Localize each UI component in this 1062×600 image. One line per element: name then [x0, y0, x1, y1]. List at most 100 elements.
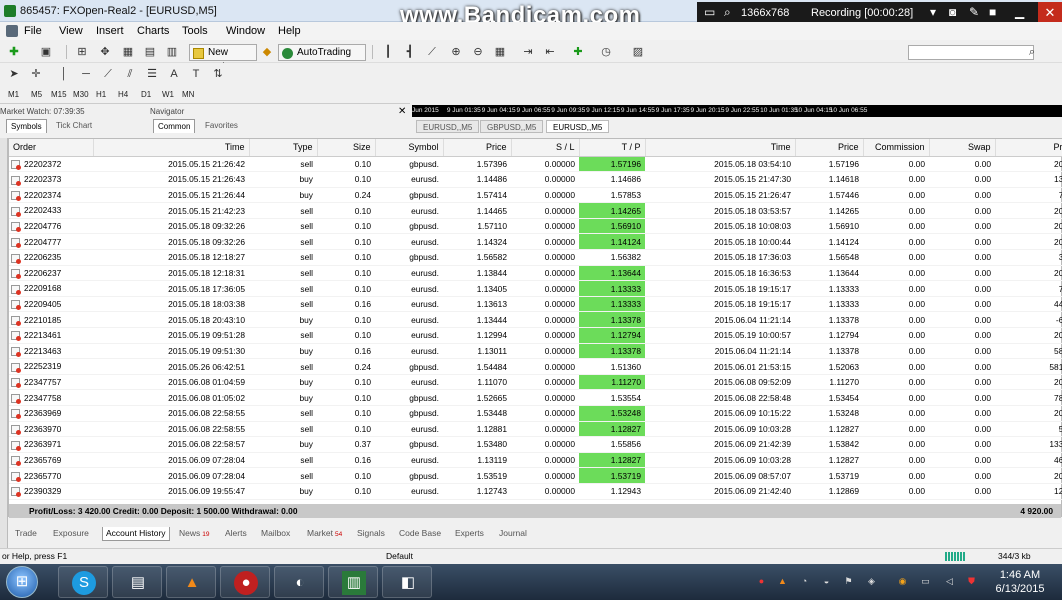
column-header[interactable]: Price	[795, 139, 864, 157]
tray-icon[interactable]: ◈	[866, 576, 877, 587]
table-row[interactable]: 22213461 2015.05.19 09:51:28 sell 0.10 eurus…	[9, 327, 1062, 344]
tab-account-history[interactable]: Account History	[102, 527, 170, 541]
column-header[interactable]: Swap	[929, 139, 996, 157]
timeframe-h1[interactable]: H1	[96, 90, 106, 99]
taskbar-skype[interactable]: S	[58, 566, 108, 598]
arrows-icon[interactable]: ⇅	[210, 66, 226, 82]
taskbar-vlc[interactable]: ▲	[166, 566, 216, 598]
timeframe-m30[interactable]: M30	[73, 90, 89, 99]
text-label-icon[interactable]: T	[188, 66, 204, 82]
monitor-icon[interactable]: ▭	[920, 576, 931, 587]
column-header[interactable]: T / P	[579, 139, 646, 157]
periods-icon[interactable]: ◷	[598, 44, 614, 60]
cursor-icon[interactable]: ➤	[6, 66, 22, 82]
table-row[interactable]: 22252319 2015.05.26 06:42:51 sell 0.24 gbpus…	[9, 358, 1062, 375]
tile-windows-icon[interactable]: ▦	[492, 44, 508, 60]
timeframe-w1[interactable]: W1	[162, 90, 174, 99]
text-icon[interactable]: A	[166, 66, 182, 82]
navigator-icon[interactable]: ✥	[97, 44, 113, 60]
column-header[interactable]: Price	[443, 139, 512, 157]
timeframe-d1[interactable]: D1	[141, 90, 151, 99]
market-watch-icon[interactable]: ⊞	[74, 44, 90, 60]
menu-help[interactable]: Help	[278, 25, 301, 37]
tab-experts[interactable]: Experts	[452, 527, 487, 541]
tab-exposure[interactable]: Exposure	[50, 527, 92, 541]
window-icon[interactable]: ▭	[704, 6, 715, 19]
taskbar-app[interactable]: ◧	[382, 566, 432, 598]
indicators-icon[interactable]: ✚	[570, 44, 586, 60]
security-icon[interactable]: ⛊	[966, 576, 977, 587]
table-row[interactable]: 22363971 2015.06.08 22:58:57 buy 0.37 gbpusd…	[9, 436, 1062, 453]
tab-code-base[interactable]: Code Base	[396, 527, 444, 541]
table-row[interactable]: 22204776 2015.05.18 09:32:26 sell 0.10 gbpus…	[9, 218, 1062, 235]
taskbar-explorer[interactable]: ▤	[112, 566, 162, 598]
search-icon[interactable]: ⌕	[724, 6, 731, 19]
search-icon[interactable]: ⌕	[1024, 44, 1040, 60]
crosshair-icon[interactable]: ✛	[28, 66, 44, 82]
close-icon[interactable]: ✕	[398, 106, 406, 117]
vertical-line-icon[interactable]: │	[56, 66, 72, 82]
tab-favorites[interactable]: Favorites	[201, 119, 242, 133]
tray-icon[interactable]: ◒	[821, 576, 832, 587]
column-header[interactable]: Time	[93, 139, 250, 157]
table-row[interactable]: 22202373 2015.05.15 21:26:43 buy 0.10 eurusd…	[9, 171, 1062, 188]
table-row[interactable]: 22210185 2015.05.18 20:43:10 buy 0.10 eurusd…	[9, 311, 1062, 329]
tab-symbols[interactable]: Symbols	[6, 119, 47, 133]
new-order-button[interactable]: New Order	[189, 44, 257, 73]
tab-common[interactable]: Common	[153, 119, 196, 133]
table-row[interactable]: 22365770 2015.06.09 07:28:04 sell 0.10 gbpus…	[9, 467, 1062, 484]
volume-icon[interactable]: ◁	[944, 576, 955, 587]
column-header[interactable]: Order	[9, 139, 94, 157]
network-icon[interactable]: ◔	[799, 576, 810, 587]
timeframe-m5[interactable]: M5	[31, 90, 42, 99]
flag-icon[interactable]: ⚑	[843, 576, 854, 587]
templates-icon[interactable]: ▨	[630, 44, 646, 60]
table-row[interactable]: 22202374 2015.05.15 21:26:44 buy 0.24 gbpusd…	[9, 187, 1062, 204]
bar-chart-icon[interactable]: ┃	[380, 44, 396, 60]
auto-trading-button[interactable]: AutoTrading	[278, 44, 366, 61]
search-input[interactable]	[908, 45, 1034, 60]
profiles-icon[interactable]: ▣	[38, 44, 54, 60]
timeframe-m15[interactable]: M15	[51, 90, 67, 99]
start-button[interactable]: ⊞	[6, 566, 38, 598]
table-row[interactable]: 22209168 2015.05.18 17:36:05 sell 0.10 eurus…	[9, 280, 1062, 297]
chart-shift-icon[interactable]: ⇤	[542, 44, 558, 60]
tab-mailbox[interactable]: Mailbox	[258, 527, 293, 541]
zoom-in-icon[interactable]: ⊕	[448, 44, 464, 60]
table-row[interactable]: 22363969 2015.06.08 22:58:55 sell 0.10 gbpus…	[9, 405, 1062, 422]
line-chart-icon[interactable]: ⟋	[424, 44, 440, 60]
table-row[interactable]: 22209405 2015.05.18 18:03:38 sell 0.16 eurus…	[9, 296, 1062, 313]
column-header[interactable]: S / L	[511, 139, 580, 157]
timeframe-m1[interactable]: M1	[8, 90, 19, 99]
menu-view[interactable]: View	[59, 25, 83, 37]
zoom-out-icon[interactable]: ⊖	[470, 44, 486, 60]
column-header[interactable]: Symbol	[375, 139, 444, 157]
taskbar-clock[interactable]: 1:46 AM 6/13/2015	[982, 568, 1058, 596]
menu-file[interactable]: File	[24, 25, 42, 37]
tab-journal[interactable]: Journal	[496, 527, 530, 541]
record-icon[interactable]: ●	[756, 576, 767, 587]
tab-market[interactable]: Market 54	[304, 527, 345, 541]
chart-tab-eurusd[interactable]: EURUSD,,M5	[416, 120, 480, 133]
table-row[interactable]: 22202372 2015.05.15 21:26:42 sell 0.10 gbpus…	[9, 156, 1062, 173]
table-row[interactable]: 22206235 2015.05.18 12:18:27 sell 0.10 gbpus…	[9, 249, 1062, 266]
stop-icon[interactable]: ■	[989, 6, 996, 19]
minimize-icon[interactable]: ▁	[1015, 6, 1024, 19]
chevron-down-icon[interactable]: ▾	[930, 6, 936, 19]
taskbar-app[interactable]: ◐	[274, 566, 324, 598]
metaeditor-icon[interactable]: ◆	[259, 44, 275, 60]
column-header[interactable]: Size	[317, 139, 376, 157]
menu-charts[interactable]: Charts	[137, 25, 169, 37]
tab-news[interactable]: News 19	[176, 527, 213, 541]
table-row[interactable]: 22204777 2015.05.18 09:32:26 sell 0.10 eurus…	[9, 233, 1062, 251]
fibonacci-icon[interactable]: ☰	[144, 66, 160, 82]
candlestick-icon[interactable]: ┫	[402, 44, 418, 60]
table-row[interactable]: 22363970 2015.06.08 22:58:55 sell 0.10 eurus…	[9, 421, 1062, 438]
horizontal-line-icon[interactable]: ─	[78, 66, 94, 82]
data-window-icon[interactable]: ▥	[164, 44, 180, 60]
tab-signals[interactable]: Signals	[354, 527, 388, 541]
column-header[interactable]: Type	[249, 139, 318, 157]
taskbar-metatrader[interactable]: ▥	[328, 566, 378, 598]
terminal-icon[interactable]: ▦	[120, 44, 136, 60]
auto-scroll-icon[interactable]: ⇥	[520, 44, 536, 60]
